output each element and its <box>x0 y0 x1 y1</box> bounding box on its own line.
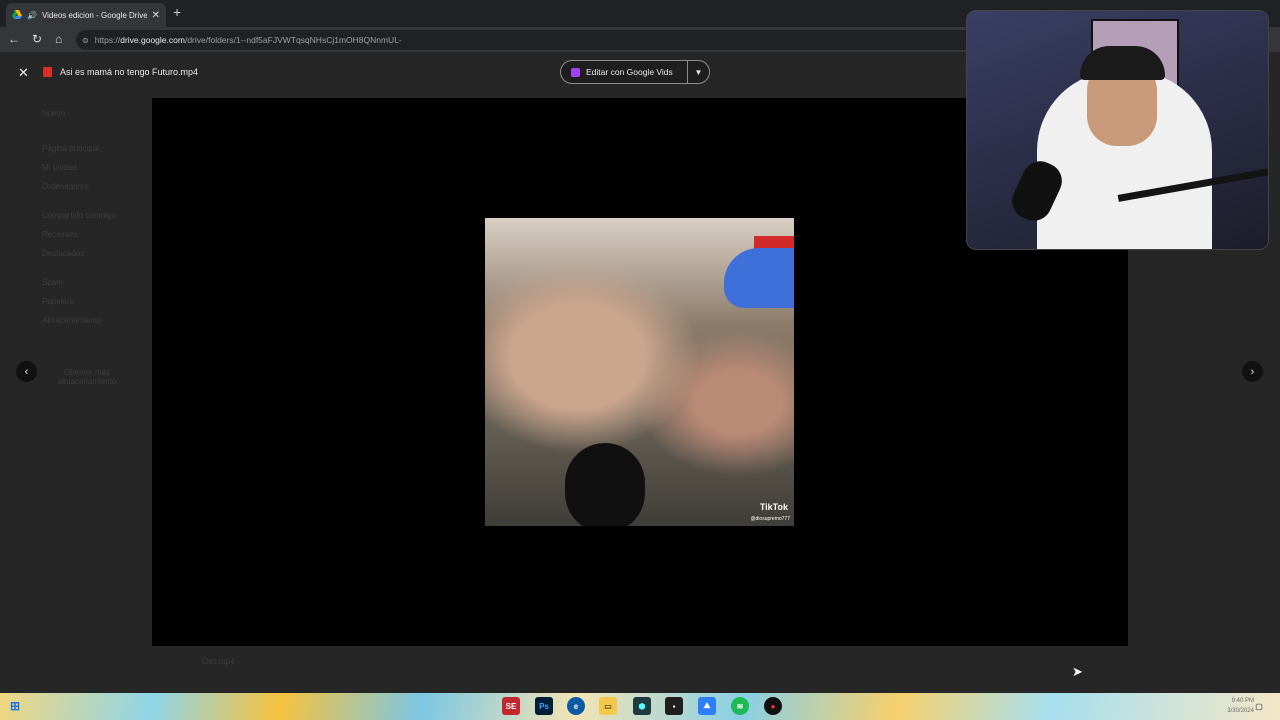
chevron-left-icon[interactable]: ‹ <box>16 361 37 382</box>
sidebar-item-starred: Destacados <box>42 249 85 258</box>
spotify-icon[interactable]: ≋ <box>731 697 749 715</box>
url-host: drive.google.com <box>120 35 185 45</box>
storage-upsell: Obtener más almacenamiento <box>57 368 117 386</box>
app-icon-obs[interactable]: ● <box>764 697 782 715</box>
webcam-overlay <box>966 10 1269 250</box>
video-file-icon <box>43 67 52 77</box>
tiktok-handle: @diosupremo777 <box>750 516 790 522</box>
new-tab-button[interactable]: + <box>173 4 181 20</box>
back-arrow-icon[interactable]: ← <box>8 32 20 46</box>
photoshop-icon[interactable]: Ps <box>535 697 553 715</box>
site-info-icon[interactable]: ⊜ <box>82 36 89 45</box>
chevron-right-icon[interactable]: › <box>1242 361 1263 382</box>
viewer-file-name: Asi es mamá no tengo Futuro.mp4 <box>60 67 199 77</box>
edge-icon[interactable]: e <box>567 697 585 715</box>
tab-close-icon[interactable]: ✕ <box>152 10 160 21</box>
google-vids-icon <box>571 67 580 77</box>
sidebar-item-spam: Spam <box>42 278 63 287</box>
video-content-hat <box>724 248 794 308</box>
sidebar-item-home: Página principal <box>42 144 99 153</box>
video-content-microphone <box>565 443 645 526</box>
windows-taskbar: ⊞ SE Ps e ▭ ⬢ ▪ ⛰ ≋ ● 9:40 PM 3/30/2024 … <box>0 693 1280 720</box>
tiktok-watermark: TikTok <box>759 502 788 512</box>
tab-google-drive[interactable]: 🔊 Videos edicion - Google Drive ✕ <box>6 3 166 27</box>
sidebar-item-new: Nuevo <box>42 109 66 118</box>
url-path: /drive/folders/1--ndf5aFJVWTqsqNHsCj1mOH… <box>184 35 402 45</box>
sidebar-item-computers: Ordenadores <box>42 182 89 191</box>
close-icon[interactable]: ✕ <box>18 65 29 81</box>
sidebar-item-my-drive: Mi unidad <box>42 163 77 172</box>
notifications-icon[interactable]: ▢ <box>1250 697 1268 715</box>
sidebar-item-storage: Almacenamiento <box>42 316 102 325</box>
app-icon-blue[interactable]: ⛰ <box>698 697 716 715</box>
address-bar[interactable]: ⊜ https://drive.google.com/drive/folders… <box>76 30 976 50</box>
app-icon-dark[interactable]: ⬢ <box>633 697 651 715</box>
speaker-icon: 🔊 <box>27 10 37 20</box>
streamer-cap <box>1080 46 1165 80</box>
edit-with-vids-button[interactable]: Editar con Google Vids ▼ <box>560 60 710 84</box>
mouse-cursor-icon: ➤ <box>1072 664 1083 679</box>
reload-icon[interactable]: ↻ <box>32 32 42 46</box>
edit-with-vids-main[interactable]: Editar con Google Vids <box>561 61 688 83</box>
bottom-file-name: Ósó.mp4 <box>202 657 235 666</box>
sidebar-item-trash: Papelera <box>42 297 75 306</box>
video-frame[interactable]: TikTok @diosupremo777 <box>485 218 794 526</box>
app-icon-black[interactable]: ▪ <box>665 697 683 715</box>
caret-down-icon[interactable]: ▼ <box>688 68 709 77</box>
windows-start-icon[interactable]: ⊞ <box>6 697 24 715</box>
sidebar-item-shared: Compartido conmigo <box>42 211 116 220</box>
app-icon-red[interactable]: SE <box>502 697 520 715</box>
edit-with-vids-label: Editar con Google Vids <box>586 67 673 77</box>
google-drive-icon <box>12 10 22 19</box>
file-explorer-icon[interactable]: ▭ <box>599 697 617 715</box>
home-icon[interactable]: ⌂ <box>55 32 62 46</box>
sidebar-item-recent: Recientes <box>42 230 78 239</box>
tab-title: Videos edicion - Google Drive <box>41 10 147 20</box>
